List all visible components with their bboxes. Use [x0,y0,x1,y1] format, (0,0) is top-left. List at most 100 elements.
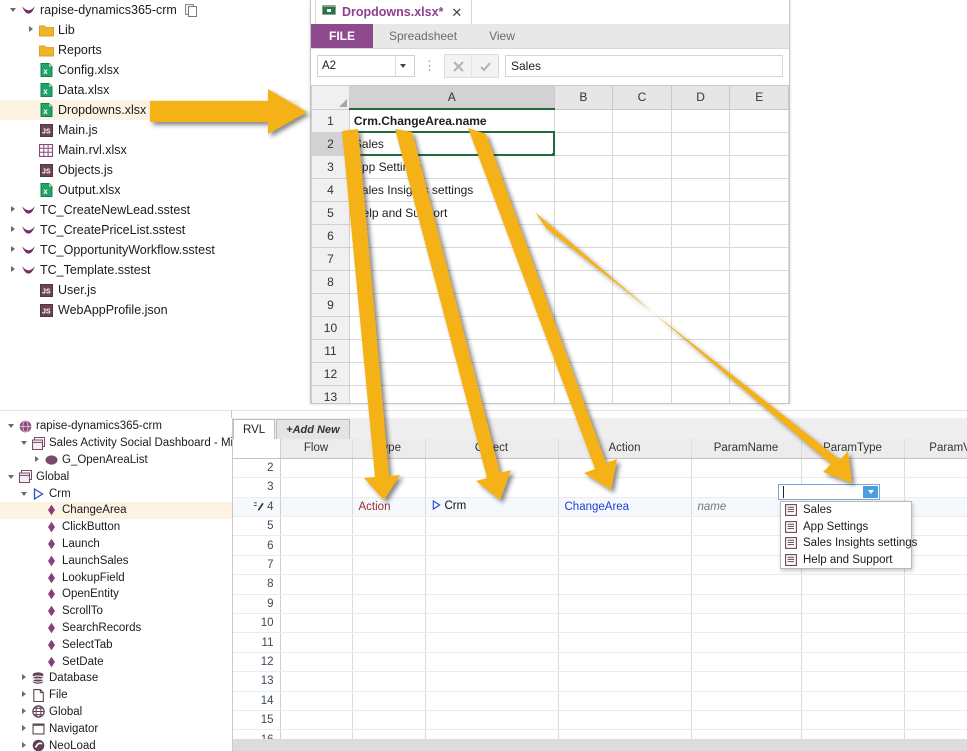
cell-C11[interactable] [612,338,672,363]
cell-E8[interactable] [729,269,789,294]
cell-D6[interactable] [670,223,731,248]
cell-D4[interactable] [670,177,731,202]
column-header-B[interactable]: B [553,85,614,110]
tab-rvl[interactable]: RVL [233,419,276,439]
accept-check-icon[interactable] [471,55,498,77]
cell-D3[interactable] [670,154,731,179]
rvl-cell-flow-4[interactable] [280,497,353,518]
rvl-row-header-11[interactable]: 11 [233,632,281,653]
rvl-cell-object-5[interactable] [425,516,559,537]
rvl-row-header-8[interactable]: 8 [233,574,281,595]
rvl-cell-paramtype-10[interactable] [801,613,905,634]
tree-item-crm[interactable]: Crm [0,485,232,502]
rvl-cell-flow-6[interactable] [280,535,353,556]
rvl-column-header-action[interactable]: Action [558,439,692,459]
cell-D7[interactable] [670,246,731,271]
cell-E11[interactable] [729,338,789,363]
column-header-D[interactable]: D [670,85,731,110]
cell-B2[interactable] [553,131,614,156]
row-header-10[interactable]: 10 [311,315,350,340]
tree-item-scrollto[interactable]: ScrollTo [0,603,232,620]
chevron-right-icon[interactable] [24,26,37,34]
rvl-cell-action-14[interactable] [558,691,692,711]
rvl-cell-object-10[interactable] [425,613,559,634]
row-header-7[interactable]: 7 [311,246,350,271]
cell-E3[interactable] [729,154,789,179]
column-header-A[interactable]: A [348,85,555,110]
tree-item-openentity[interactable]: OpenEntity [0,586,232,603]
cell-A6[interactable] [348,223,555,248]
rvl-cell-type-2[interactable] [352,458,426,479]
tab-file[interactable]: FILE [311,24,373,48]
cell-D12[interactable] [670,361,731,386]
chevron-right-icon[interactable] [30,455,43,464]
cell-B4[interactable] [553,177,614,202]
rvl-cell-flow-14[interactable] [280,691,353,711]
cell-C12[interactable] [612,361,672,386]
cell-E13[interactable] [729,384,789,403]
rvl-cell-paramvalue-4[interactable] [904,497,967,518]
chevron-right-icon[interactable] [6,226,19,234]
rvl-cell-paramname-14[interactable] [691,691,802,711]
rvl-row[interactable]: 9 [233,594,967,615]
cell-C2[interactable] [612,131,672,156]
rvl-cell-object-9[interactable] [425,594,559,615]
tab-spreadsheet[interactable]: Spreadsheet [373,24,473,48]
cell-C5[interactable] [612,200,672,225]
tree-item-rapise-dynamics365-crm[interactable]: rapise-dynamics365-crm [0,0,300,20]
document-tab-dropdowns[interactable]: Dropdowns.xlsx* ✕ [315,0,473,25]
rvl-cell-paramvalue-5[interactable] [904,516,967,537]
cell-D13[interactable] [670,384,731,403]
chevron-down-icon[interactable] [6,6,19,14]
rvl-column-header-paramvalue[interactable]: ParamValue [904,439,967,459]
rvl-cell-paramtype-13[interactable] [801,671,905,692]
cell-A1[interactable]: Crm.ChangeArea.name [348,108,555,133]
rvl-cell-action-9[interactable] [558,594,692,615]
row-header-6[interactable]: 6 [311,223,350,248]
row-header-11[interactable]: 11 [311,338,350,363]
rvl-cell-type-9[interactable] [352,594,426,615]
rvl-cell-paramname-2[interactable] [691,458,802,479]
rvl-cell-action-11[interactable] [558,632,692,653]
rvl-cell-paramname-12[interactable] [691,652,802,673]
rvl-row-header-10[interactable]: 10 [233,613,281,634]
cell-E1[interactable] [729,108,789,133]
paramvalue-combo-editor[interactable] [778,484,880,500]
cell-C1[interactable] [612,108,672,133]
rvl-cell-type-12[interactable] [352,652,426,673]
rvl-column-header-type[interactable]: Type [352,439,426,459]
rvl-cell-flow-7[interactable] [280,555,353,576]
cell-B3[interactable] [553,154,614,179]
cell-A13[interactable] [348,384,555,403]
cell-C4[interactable] [612,177,672,202]
rvl-cell-paramvalue-12[interactable] [904,652,967,673]
cell-D11[interactable] [670,338,731,363]
cell-E5[interactable] [729,200,789,225]
cell-B12[interactable] [553,361,614,386]
rvl-cell-flow-9[interactable] [280,594,353,615]
spreadsheet-grid[interactable]: A B C D E 1 Crm.ChangeArea.name 2 Sales 3 App Sett… [311,85,789,403]
rvl-cell-action-12[interactable] [558,652,692,673]
rvl-cell-paramvalue-15[interactable] [904,710,967,731]
rvl-cell-type-14[interactable] [352,691,426,711]
row-header-8[interactable]: 8 [311,269,350,294]
chevron-right-icon[interactable] [6,266,19,274]
cell-D9[interactable] [670,292,731,317]
rvl-corner-header[interactable] [233,439,281,459]
tree-item-objects-js[interactable]: JS Objects.js [0,160,300,180]
tree-item-tc-opportunityworkflow-sstest[interactable]: TC_OpportunityWorkflow.sstest [0,240,300,260]
tree-item-lib[interactable]: Lib [0,20,300,40]
rvl-row-header-6[interactable]: 6 [233,535,281,556]
rvl-cell-object-4[interactable]: Crm [425,497,559,518]
rvl-row-header-15[interactable]: 15 [233,710,281,731]
rvl-row[interactable]: 8 [233,574,967,595]
rvl-row-header-4[interactable]: 4 [233,497,281,518]
cell-E9[interactable] [729,292,789,317]
rvl-cell-flow-12[interactable] [280,652,353,673]
tree-item-tc-template-sstest[interactable]: TC_Template.sstest [0,260,300,280]
close-icon[interactable]: ✕ [449,6,464,19]
tree-item-data-xlsx[interactable]: x Data.xlsx [0,80,300,100]
rvl-cell-object-6[interactable] [425,535,559,556]
row-header-2[interactable]: 2 [311,131,350,156]
chevron-down-icon[interactable] [395,56,410,76]
